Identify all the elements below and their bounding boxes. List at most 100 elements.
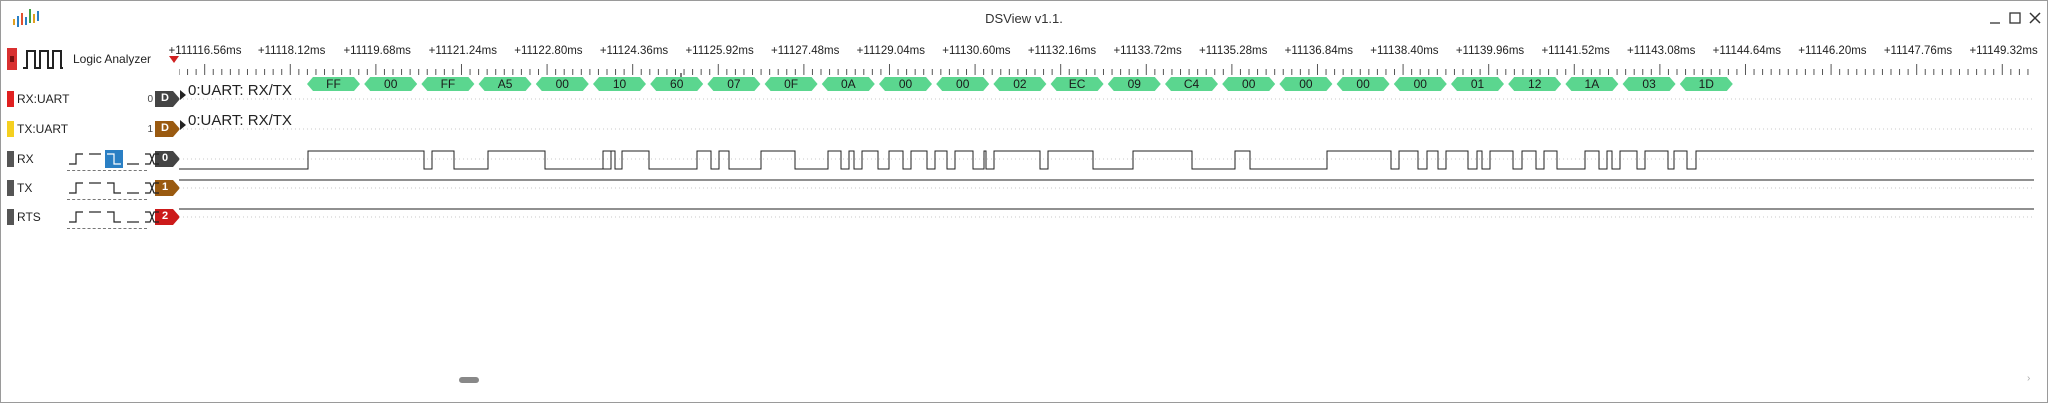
scroll-right-icon[interactable]: › [2027, 373, 2030, 384]
title-bar: DSView v1.1. [1, 1, 2047, 35]
svg-text:03: 03 [1642, 77, 1656, 91]
trigger-any-icon[interactable] [143, 179, 161, 197]
ruler-label: +11119.68ms [343, 45, 411, 57]
decoded-byte[interactable]: C4 [1165, 77, 1218, 91]
channel-color-swatch[interactable] [7, 180, 14, 196]
decoded-byte[interactable]: 00 [1393, 77, 1447, 91]
decoded-byte[interactable]: 10 [593, 77, 646, 91]
waveform-plot[interactable]: FF 00 FF A5 00 10 60 07 0F 0A 00 00 02 EC 09 C4 00 00 00 00… [179, 77, 2039, 387]
device-label[interactable]: Logic Analyzer [73, 52, 151, 66]
svg-text:00: 00 [556, 77, 570, 91]
svg-text:00: 00 [1242, 77, 1256, 91]
channel-color-swatch[interactable] [7, 91, 14, 107]
tag-label: D [161, 92, 169, 104]
maximize-button[interactable] [2006, 9, 2024, 27]
decoded-byte[interactable]: 1A [1565, 77, 1619, 91]
decoded-byte[interactable]: 00 [936, 77, 990, 91]
decoder-tag[interactable]: D [155, 121, 181, 137]
svg-text:1D: 1D [1699, 77, 1715, 91]
decoded-byte[interactable]: 60 [650, 77, 704, 91]
trigger-high-icon[interactable] [86, 179, 104, 197]
ruler-label: +11133.72ms [1113, 45, 1182, 57]
maximize-icon [2009, 12, 2021, 24]
channel-color-swatch[interactable] [7, 209, 14, 225]
svg-text:FF: FF [326, 77, 341, 91]
minimize-button[interactable] [1986, 9, 2004, 27]
ruler-label: +11149.32ms [1969, 45, 2038, 57]
svg-text:EC: EC [1069, 77, 1086, 91]
svg-text:0F: 0F [784, 77, 798, 91]
trigger-rising-icon[interactable] [67, 179, 85, 197]
decoded-byte[interactable]: 12 [1508, 77, 1562, 91]
tag-label: D [161, 122, 169, 134]
ruler-label: +11132.16ms [1027, 45, 1097, 57]
trigger-selector [67, 208, 161, 226]
svg-text:1A: 1A [1585, 77, 1600, 91]
decoder-tag[interactable]: D [155, 91, 181, 107]
ruler-label: +11138.40ms [1370, 45, 1439, 57]
svg-text:00: 00 [899, 77, 913, 91]
trigger-any-icon[interactable] [143, 208, 161, 226]
trigger-any-icon[interactable] [143, 150, 161, 168]
window-title: DSView v1.1. [985, 11, 1063, 26]
ruler-label: +11118.12ms [257, 45, 326, 57]
trigger-rising-icon[interactable] [67, 150, 85, 168]
trigger-low-icon[interactable] [124, 150, 142, 168]
ruler-label: +11129.04ms [856, 45, 925, 57]
decoded-byte[interactable]: 07 [707, 77, 761, 91]
trigger-underline [67, 228, 147, 229]
svg-text:00: 00 [1356, 77, 1370, 91]
decoded-byte[interactable]: 03 [1622, 77, 1676, 91]
decoded-byte[interactable]: FF [307, 77, 360, 91]
time-ruler[interactable]: +111116.56ms +11118.12ms +11119.68ms +11121… [169, 37, 2039, 77]
trigger-falling-icon[interactable] [105, 150, 123, 168]
decoded-byte[interactable]: 01 [1451, 77, 1504, 91]
decoded-byte[interactable]: 09 [1107, 77, 1161, 91]
decoded-byte[interactable]: 00 [1336, 77, 1390, 91]
trigger-high-icon[interactable] [86, 150, 104, 168]
channel-name[interactable]: RTS [17, 210, 41, 224]
decoded-byte[interactable]: 00 [364, 77, 418, 91]
decoded-byte[interactable]: 00 [535, 77, 589, 91]
ruler-label: +11139.96ms [1455, 45, 1525, 57]
rx-waveform [179, 150, 2034, 170]
svg-text:00: 00 [956, 77, 970, 91]
ruler-label: +11125.92ms [685, 45, 754, 57]
horizontal-scrollbar[interactable] [459, 377, 479, 383]
trigger-high-icon[interactable] [86, 208, 104, 226]
trigger-low-icon[interactable] [124, 179, 142, 197]
decoded-byte[interactable]: 0F [764, 77, 818, 91]
trigger-low-icon[interactable] [124, 208, 142, 226]
decoded-byte[interactable]: 00 [879, 77, 932, 91]
device-status-icon[interactable] [7, 48, 17, 70]
decoded-byte[interactable]: 00 [1222, 77, 1276, 91]
ruler-label: +11122.80ms [514, 45, 583, 57]
channel-name[interactable]: TX [17, 181, 32, 195]
decoded-byte[interactable]: EC [1050, 77, 1104, 91]
ruler-label: +11135.28ms [1199, 45, 1268, 57]
trigger-falling-icon[interactable] [105, 179, 123, 197]
logic-analyzer-wave-icon [23, 50, 63, 69]
decoded-byte[interactable]: 00 [1279, 77, 1333, 91]
ruler-label: +11146.20ms [1798, 45, 1867, 57]
decoded-byte[interactable]: A5 [478, 77, 532, 91]
close-button[interactable] [2026, 9, 2044, 27]
trigger-falling-icon[interactable] [105, 208, 123, 226]
ruler-label: +11143.08ms [1627, 45, 1696, 57]
decoded-byte[interactable]: 1D [1679, 77, 1733, 91]
minimize-icon [1990, 22, 2000, 24]
channel-color-swatch[interactable] [7, 151, 14, 167]
decoded-byte[interactable]: FF [421, 77, 475, 91]
trigger-selector [67, 150, 161, 168]
channel-color-swatch[interactable] [7, 121, 14, 137]
decoded-byte[interactable]: 02 [993, 77, 1047, 91]
close-icon [2029, 12, 2041, 24]
channel-name[interactable]: RX [17, 152, 34, 166]
svg-text:A5: A5 [498, 77, 513, 91]
channel-name[interactable]: TX:UART [17, 122, 68, 136]
trigger-rising-icon[interactable] [67, 208, 85, 226]
channel-name[interactable]: RX:UART [17, 92, 69, 106]
svg-text:00: 00 [1299, 77, 1313, 91]
decoded-byte[interactable]: 0A [821, 77, 875, 91]
trigger-underline [67, 199, 147, 200]
